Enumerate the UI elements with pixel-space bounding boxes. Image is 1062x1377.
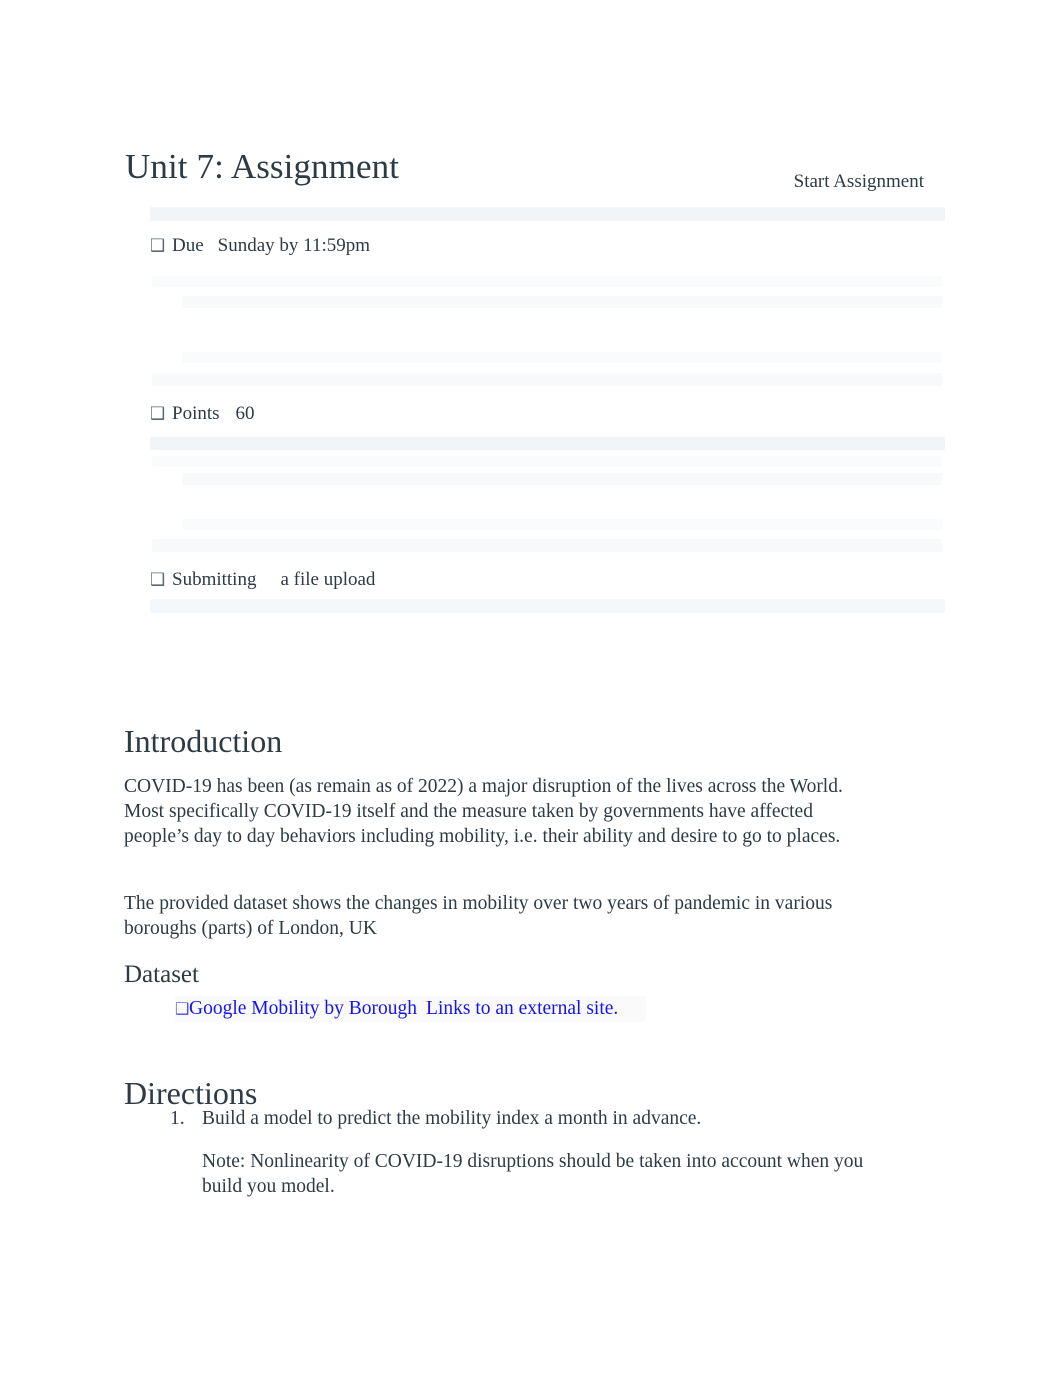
list-item-text: Build a model to predict the mobility in… bbox=[202, 1108, 702, 1129]
external-site-note: Links to an external site. bbox=[426, 998, 619, 1019]
metadata-divider-bar bbox=[182, 296, 942, 308]
list-item-note: Note: Nonlinearity of COVID-19 disruptio… bbox=[202, 1151, 864, 1197]
metadata-row-submitting: ❑ Submitting a file upload bbox=[150, 567, 375, 593]
list-item-marker: 1. bbox=[170, 1108, 185, 1129]
metadata-value-points: 60 bbox=[235, 403, 255, 424]
metadata-divider-bar bbox=[150, 207, 945, 221]
metadata-divider-bar bbox=[150, 437, 945, 450]
bullet-glyph-icon: ❑ bbox=[150, 570, 166, 590]
introduction-paragraph-1: COVID-19 has been (as remain as of 2022)… bbox=[124, 775, 843, 847]
document-page: Unit 7: Assignment Start Assignment ❑ Du… bbox=[0, 0, 1062, 1377]
directions-list: 1. Build a model to predict the mobility… bbox=[170, 1106, 880, 1199]
dataset-link-row: ❑Google Mobility by Borough Links to an e… bbox=[175, 996, 647, 1022]
metadata-divider-bar bbox=[182, 352, 942, 363]
google-mobility-by-borough-link[interactable]: Google Mobility by Borough bbox=[189, 998, 417, 1019]
metadata-label-points: Points bbox=[172, 403, 220, 424]
start-assignment-button[interactable]: Start Assignment bbox=[794, 170, 924, 194]
metadata-divider-bar bbox=[152, 539, 942, 552]
metadata-value-due: Sunday by 11:59pm bbox=[217, 235, 371, 256]
metadata-label-due: Due bbox=[172, 235, 204, 256]
page-title: Unit 7: Assignment bbox=[125, 147, 400, 187]
heading-introduction: Introduction bbox=[124, 722, 283, 759]
metadata-divider-bar bbox=[182, 519, 942, 530]
metadata-divider-bar bbox=[150, 599, 945, 613]
introduction-paragraph-2: The provided dataset shows the changes i… bbox=[124, 892, 833, 939]
metadata-row-points: ❑ Points 60 bbox=[150, 401, 255, 427]
bullet-glyph-icon: ❑ bbox=[175, 999, 190, 1018]
metadata-label-submitting: Submitting bbox=[172, 569, 257, 590]
metadata-divider-bar bbox=[152, 276, 942, 287]
metadata-divider-bar bbox=[152, 373, 942, 386]
metadata-divider-bar bbox=[182, 473, 942, 485]
list-item: 1. Build a model to predict the mobility… bbox=[170, 1106, 880, 1131]
metadata-divider-bar bbox=[152, 456, 942, 467]
metadata-row-due: ❑ Due Sunday by 11:59pm bbox=[150, 233, 370, 259]
heading-dataset: Dataset bbox=[124, 961, 199, 988]
bullet-glyph-icon: ❑ bbox=[150, 236, 166, 256]
bullet-glyph-icon: ❑ bbox=[150, 404, 166, 424]
metadata-value-submitting: a file upload bbox=[280, 569, 376, 590]
